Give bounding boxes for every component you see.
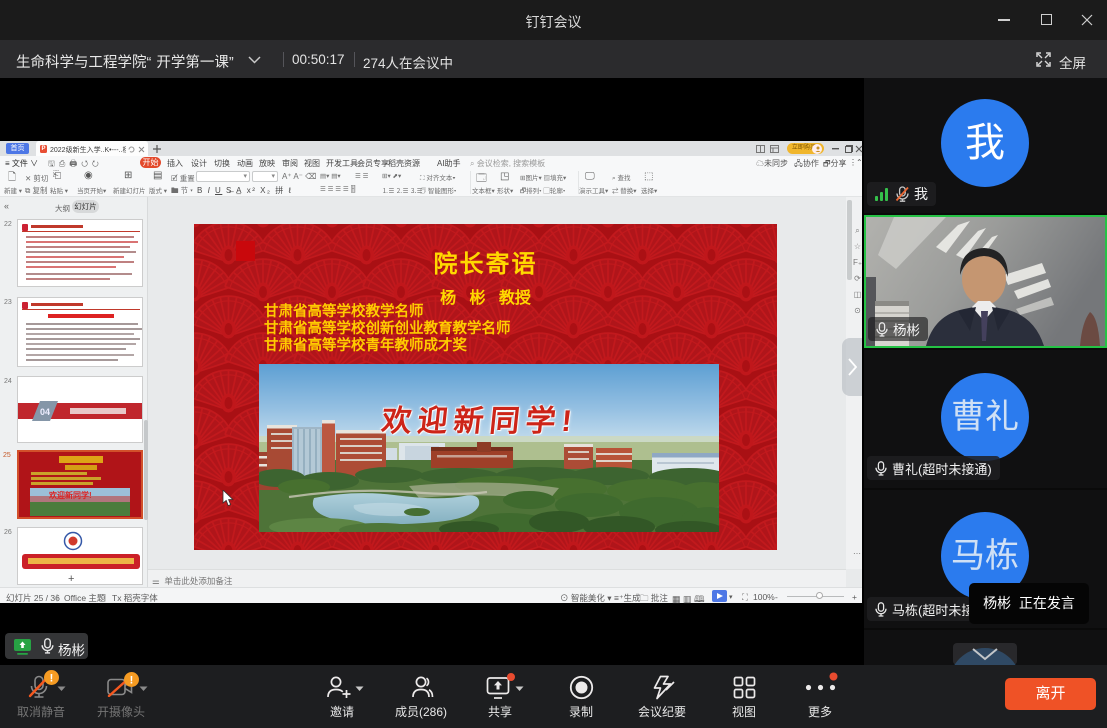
- svg-text:!: !: [50, 673, 54, 685]
- svg-text:04: 04: [40, 407, 50, 417]
- svg-text:!: !: [130, 675, 134, 687]
